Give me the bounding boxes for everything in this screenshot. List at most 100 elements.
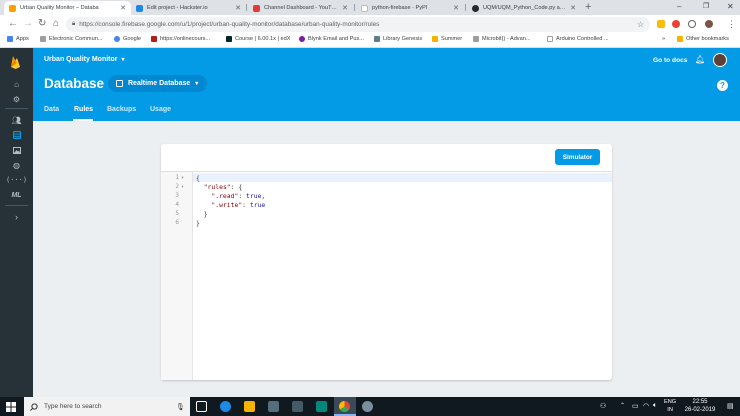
browser-tab[interactable]: UQM/UQM_Python_Code.py at m ✕ [467, 1, 581, 15]
system-clock[interactable]: 22:55 26-02-2019 [680, 399, 720, 414]
database-type-selector[interactable]: Realtime Database ▾ [108, 75, 208, 92]
minimize-icon[interactable]: – [677, 2, 681, 11]
bookmark[interactable]: Summer [432, 36, 462, 42]
windows-start-icon[interactable] [6, 402, 16, 414]
authentication-people-icon[interactable]: 👥︎ [11, 115, 22, 125]
bookmark[interactable]: https://onlinecours... [151, 36, 210, 42]
bookmark-apps[interactable]: Apps [7, 36, 29, 42]
home-icon[interactable]: ⌂ [11, 79, 22, 89]
new-tab-icon[interactable]: + [585, 1, 591, 13]
bookmark[interactable]: Google [114, 36, 141, 42]
line-number: 2 [175, 183, 179, 190]
storage-image-icon[interactable] [11, 145, 22, 155]
more-bookmarks-icon[interactable]: » [662, 36, 665, 42]
simulator-button[interactable]: Simulator [555, 149, 600, 165]
functions-icon[interactable]: (···) [6, 175, 27, 185]
address-bar[interactable]: 🔒︎ https://console.firebase.google.com/u… [66, 17, 650, 32]
microphone-icon[interactable]: 🎙︎ [176, 403, 185, 411]
people-icon[interactable]: ⚇ [600, 402, 606, 410]
folder-icon [677, 36, 683, 42]
file-explorer-icon[interactable] [244, 401, 255, 412]
tab-close-icon[interactable]: ✕ [342, 4, 348, 12]
browser-tab[interactable]: Urban Quality Monitor – Databa ✕ [4, 1, 131, 15]
reload-icon[interactable]: ↻ [38, 18, 46, 30]
network-icon[interactable]: ▭ [632, 402, 639, 410]
bookmark[interactable]: Blynk Email and Pus... [299, 36, 364, 42]
tab-title: Edit project - Hackster.io [147, 5, 208, 11]
rules-code-editor[interactable]: 1 ▾ 2 ▾ 3 4 5 6 { "rules": { ".read": true, ".w… [161, 171, 612, 380]
notifications-icon[interactable]: ▤ [727, 402, 734, 410]
chrome-menu-icon[interactable]: ⋮ [727, 18, 736, 30]
code-line: } [196, 210, 208, 218]
apps-grid-icon [7, 36, 13, 42]
code-line: ".write": true [211, 201, 266, 209]
tab-close-icon[interactable]: ✕ [453, 4, 459, 12]
browser-tab[interactable]: Channel Dashboard - YouTube S ✕ [248, 1, 353, 15]
settings-gear-icon[interactable]: ⚙ [11, 94, 22, 104]
code-line: "rules": { [203, 183, 243, 191]
fold-arrow-icon[interactable]: ▾ [181, 175, 184, 181]
browser-tab[interactable]: python-firebase · PyPI ✕ [356, 1, 464, 15]
extension-icon[interactable] [688, 20, 696, 28]
store-icon[interactable] [268, 401, 279, 412]
page-icon [547, 36, 553, 42]
back-icon[interactable]: ← [8, 18, 18, 30]
maximize-icon[interactable]: ❐ [703, 2, 709, 10]
bookmark[interactable]: Microbit() - Advan... [473, 36, 531, 42]
pypi-favicon-icon [361, 4, 368, 12]
clock-date: 26-02-2019 [684, 406, 716, 413]
tab-rules[interactable]: Rules [74, 106, 93, 113]
close-window-icon[interactable]: ✕ [727, 2, 734, 11]
dropdown-arrow-icon: ▾ [195, 81, 199, 87]
bookmark[interactable]: Electronic Commun... [40, 36, 102, 42]
extension-icon[interactable] [657, 20, 665, 28]
user-avatar[interactable] [713, 53, 727, 67]
tab-close-icon[interactable]: ✕ [120, 4, 126, 12]
tab-separator [354, 4, 355, 11]
task-view-icon[interactable] [196, 401, 207, 412]
hosting-globe-icon[interactable]: ◍ [11, 160, 22, 170]
tab-separator [246, 4, 247, 11]
taskbar-search-box[interactable]: Type here to search 🎙︎ [24, 397, 190, 416]
tab-close-icon[interactable]: ✕ [235, 4, 241, 12]
chrome-icon[interactable] [339, 401, 350, 412]
app-icon[interactable] [362, 401, 373, 412]
notifications-bell-icon[interactable]: 🔔︎ [695, 55, 705, 64]
tab-close-icon[interactable]: ✕ [570, 4, 576, 12]
edge-browser-icon[interactable] [220, 401, 231, 412]
app-icon[interactable] [316, 401, 327, 412]
firebase-logo-icon[interactable] [9, 55, 22, 69]
tab-usage[interactable]: Usage [150, 106, 171, 113]
browser-tab[interactable]: Edit project - Hackster.io ✕ [131, 1, 246, 15]
other-bookmarks[interactable]: Other bookmarks [677, 36, 729, 42]
profile-avatar[interactable] [705, 20, 713, 28]
project-selector[interactable]: Urban Quality Monitor ▾ [44, 56, 125, 63]
blynk-icon [299, 36, 305, 42]
lock-icon: 🔒︎ [72, 21, 76, 27]
volume-icon[interactable]: 🔈︎ [653, 402, 657, 410]
google-icon [114, 36, 120, 42]
bookmark[interactable]: Library Genesis [374, 36, 422, 42]
go-to-docs-link[interactable]: Go to docs [653, 57, 687, 64]
mail-icon[interactable] [292, 401, 303, 412]
bookmark[interactable]: Arduino Controlled ... [547, 36, 609, 42]
expand-chevron-icon[interactable]: › [11, 212, 22, 222]
extension-icon[interactable] [672, 20, 680, 28]
page-icon [151, 36, 157, 42]
ml-kit-icon[interactable]: ML [11, 190, 22, 200]
bookmark[interactable]: Course | 6.00.1x | edX [226, 36, 290, 42]
fold-arrow-icon[interactable]: ▾ [181, 184, 184, 190]
home-icon[interactable]: ⌂ [53, 18, 59, 30]
bookmark-star-icon[interactable]: ☆ [637, 19, 644, 31]
github-favicon-icon [472, 4, 479, 12]
browser-tab-strip: Urban Quality Monitor – Databa ✕ Edit pr… [0, 0, 740, 15]
database-icon[interactable] [11, 130, 22, 140]
help-icon[interactable]: ? [717, 80, 728, 91]
input-language[interactable]: ENG IN [664, 399, 676, 414]
bookmarks-bar: Apps Electronic Commun... Google https:/… [0, 34, 740, 48]
wifi-icon[interactable]: ◠ [643, 402, 649, 410]
forward-icon[interactable]: → [23, 18, 33, 30]
tab-backups[interactable]: Backups [107, 106, 136, 113]
tab-data[interactable]: Data [44, 106, 59, 113]
show-hidden-icons[interactable]: ⌃ [620, 402, 625, 409]
